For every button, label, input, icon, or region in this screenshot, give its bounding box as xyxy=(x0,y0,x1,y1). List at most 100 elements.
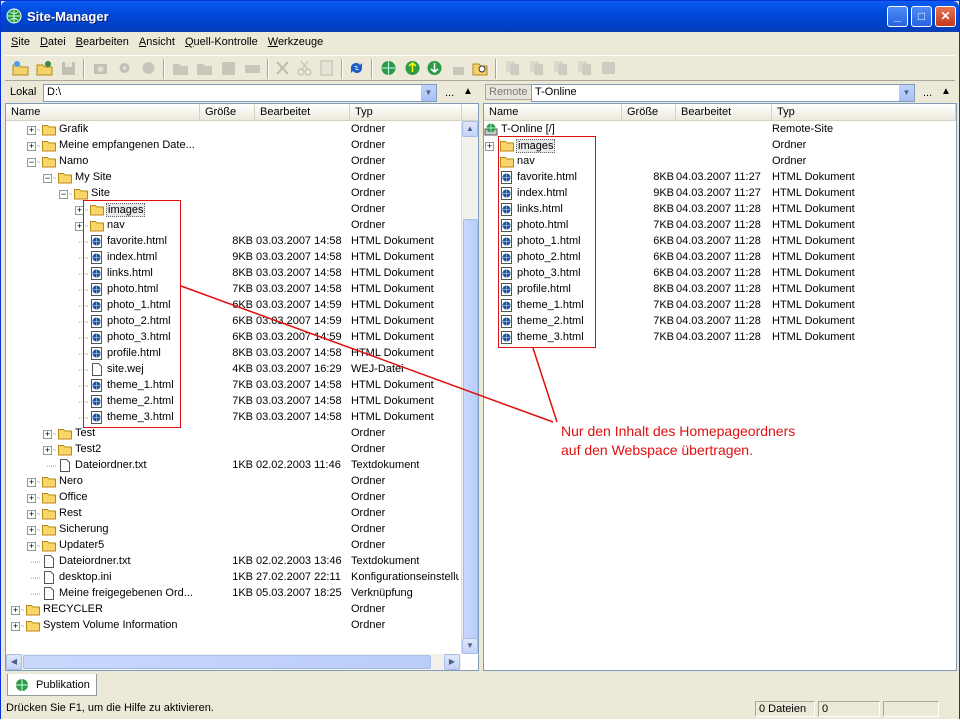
col-modified[interactable]: Bearbeitet xyxy=(676,104,772,121)
local-vertical-scrollbar[interactable]: ▲ ▼ xyxy=(461,121,478,654)
disk-icon[interactable] xyxy=(219,59,238,77)
col-type[interactable]: Typ xyxy=(772,104,956,121)
browse-remote-button[interactable]: ... xyxy=(923,87,932,99)
local-row[interactable]: + Updater5 Ordner xyxy=(6,538,478,554)
download-icon[interactable] xyxy=(425,59,444,77)
menu-werkzeuge[interactable]: Werkzeuge xyxy=(262,34,327,48)
cut-icon[interactable] xyxy=(295,59,314,77)
scroll-thumb[interactable] xyxy=(463,219,478,654)
col-size[interactable]: Größe xyxy=(200,104,255,121)
remote-site-combo[interactable]: T-Online ▼ xyxy=(531,84,915,102)
expand-toggle-icon[interactable]: + xyxy=(27,510,36,519)
check-icon[interactable] xyxy=(139,59,158,77)
local-row[interactable]: theme_3.html 7KB 03.03.2007 14:58 HTML Doku… xyxy=(6,410,478,426)
local-row[interactable]: + Rest Ordner xyxy=(6,506,478,522)
properties-icon[interactable] xyxy=(317,59,336,77)
expand-toggle-icon[interactable]: + xyxy=(27,142,36,151)
local-row[interactable]: − Site Ordner xyxy=(6,186,478,202)
expand-toggle-icon[interactable]: + xyxy=(43,446,52,455)
local-file-list[interactable]: Name Größe Bearbeitet Typ + Grafik Ordner +… xyxy=(5,103,479,671)
close-button[interactable]: ✕ xyxy=(935,6,956,27)
scroll-right-icon[interactable]: ▶ xyxy=(444,654,460,670)
expand-toggle-icon[interactable]: + xyxy=(27,478,36,487)
folder-icon[interactable] xyxy=(171,59,190,77)
expand-toggle-icon[interactable]: + xyxy=(11,606,20,615)
local-row[interactable]: + nav Ordner xyxy=(6,218,478,234)
help-icon[interactable] xyxy=(599,59,618,77)
collapse-toggle-icon[interactable]: − xyxy=(43,174,52,183)
local-row[interactable]: Dateiordner.txt 1KB 02.02.2003 11:46 Textdo… xyxy=(6,458,478,474)
sync-icon[interactable] xyxy=(527,59,546,77)
local-row[interactable]: + System Volume Information Ordner xyxy=(6,618,478,634)
local-row[interactable]: favorite.html 8KB 03.03.2007 14:58 HTML Dok… xyxy=(6,234,478,250)
col-modified[interactable]: Bearbeitet xyxy=(255,104,350,121)
scroll-down-icon[interactable]: ▼ xyxy=(462,638,478,654)
connect-icon[interactable] xyxy=(379,59,398,77)
menu-quell-kontrolle[interactable]: Quell-Kontrolle xyxy=(179,34,262,48)
expand-toggle-icon[interactable]: + xyxy=(485,142,494,151)
title-bar[interactable]: Site-Manager _ □ ✕ xyxy=(1,1,959,32)
local-row[interactable]: desktop.ini 1KB 27.02.2007 22:11 Konfigurat… xyxy=(6,570,478,586)
local-row[interactable]: photo_2.html 6KB 03.03.2007 14:59 HTML Doku… xyxy=(6,314,478,330)
maximize-button[interactable]: □ xyxy=(911,6,932,27)
local-row[interactable]: photo_1.html 6KB 03.03.2007 14:59 HTML Doku… xyxy=(6,298,478,314)
collapse-toggle-icon[interactable]: − xyxy=(27,158,36,167)
local-row[interactable]: index.html 9KB 03.03.2007 14:58 HTML Dokume… xyxy=(6,250,478,266)
scroll-left-icon[interactable]: ◀ xyxy=(6,654,22,670)
lock-icon[interactable] xyxy=(449,59,468,77)
chevron-down-icon[interactable]: ▼ xyxy=(421,85,436,101)
tab-publikation[interactable]: Publikation xyxy=(7,674,97,696)
local-row[interactable]: + Grafik Ordner xyxy=(6,122,478,138)
local-row[interactable]: profile.html 8KB 03.03.2007 14:58 HTML Doku… xyxy=(6,346,478,362)
local-row[interactable]: links.html 8KB 03.03.2007 14:58 HTML Dokume… xyxy=(6,266,478,282)
local-row[interactable]: + Test2 Ordner xyxy=(6,442,478,458)
expand-toggle-icon[interactable]: + xyxy=(43,430,52,439)
local-row[interactable]: Dateiordner.txt 1KB 02.02.2003 13:46 Textdo… xyxy=(6,554,478,570)
search-icon[interactable] xyxy=(471,59,490,77)
menu-bearbeiten[interactable]: Bearbeiten xyxy=(70,34,133,48)
scroll-thumb[interactable] xyxy=(23,655,431,669)
local-row[interactable]: − Namo Ordner xyxy=(6,154,478,170)
local-row[interactable]: Meine freigegebenen Ord... 1KB 05.03.2007 … xyxy=(6,586,478,602)
open-site-icon[interactable] xyxy=(35,59,54,77)
local-row[interactable]: theme_1.html 7KB 03.03.2007 14:58 HTML Doku… xyxy=(6,378,478,394)
local-row[interactable]: + Test Ordner xyxy=(6,426,478,442)
col-size[interactable]: Größe xyxy=(622,104,676,121)
save-icon[interactable] xyxy=(59,59,78,77)
local-row[interactable]: photo.html 7KB 03.03.2007 14:58 HTML Dokume… xyxy=(6,282,478,298)
local-horizontal-scrollbar[interactable]: ◀ ▶ xyxy=(6,654,461,670)
local-row[interactable]: photo_3.html 6KB 03.03.2007 14:59 HTML Doku… xyxy=(6,330,478,346)
drive-icon[interactable] xyxy=(243,59,262,77)
local-row[interactable]: + Meine empfangenen Date... Ordner xyxy=(6,138,478,154)
local-row[interactable]: + Sicherung Ordner xyxy=(6,522,478,538)
menu-site[interactable]: Site xyxy=(5,34,34,48)
browse-local-button[interactable]: ... xyxy=(445,87,454,99)
up-arrow-icon[interactable]: ▲ xyxy=(463,86,473,97)
up-arrow-icon[interactable]: ▲ xyxy=(941,86,951,97)
new-site-icon[interactable] xyxy=(11,59,30,77)
local-row[interactable]: + images Ordner xyxy=(6,202,478,218)
camera-icon[interactable] xyxy=(91,59,110,77)
menu-datei[interactable]: Datei xyxy=(34,34,70,48)
col-name[interactable]: Name xyxy=(6,104,200,121)
gear-icon[interactable] xyxy=(115,59,134,77)
local-row[interactable]: + RECYCLER Ordner xyxy=(6,602,478,618)
merge-icon[interactable] xyxy=(575,59,594,77)
refresh-icon[interactable] xyxy=(347,59,366,77)
minimize-button[interactable]: _ xyxy=(887,6,908,27)
expand-toggle-icon[interactable]: + xyxy=(27,526,36,535)
expand-toggle-icon[interactable]: + xyxy=(27,494,36,503)
local-row[interactable]: + Office Ordner xyxy=(6,490,478,506)
menu-ansicht[interactable]: Ansicht xyxy=(133,34,179,48)
upload-icon[interactable] xyxy=(403,59,422,77)
expand-toggle-icon[interactable]: + xyxy=(11,622,20,631)
delete-icon[interactable] xyxy=(273,59,292,77)
local-row[interactable]: site.wej 4KB 03.03.2007 16:29 WEJ-Datei xyxy=(6,362,478,378)
col-name[interactable]: Name xyxy=(484,104,622,121)
expand-toggle-icon[interactable]: + xyxy=(27,126,36,135)
folder-icon[interactable] xyxy=(195,59,214,77)
local-row[interactable]: − My Site Ordner xyxy=(6,170,478,186)
collapse-toggle-icon[interactable]: − xyxy=(59,190,68,199)
col-type[interactable]: Typ xyxy=(350,104,462,121)
local-path-combo[interactable]: D:\ ▼ xyxy=(43,84,437,102)
